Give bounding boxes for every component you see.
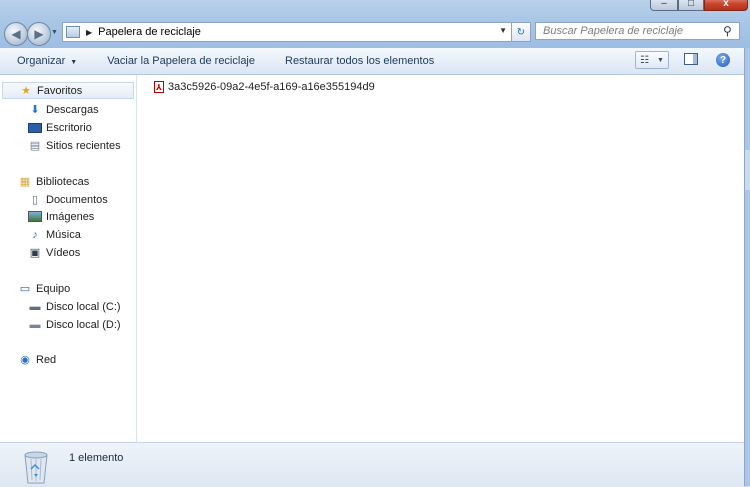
nav-item-videos[interactable]: ▣ Vídeos: [28, 244, 80, 261]
preview-pane-icon[interactable]: [684, 53, 698, 65]
desktop-icon: [28, 121, 42, 134]
nav-label: Música: [46, 228, 81, 241]
nav-label: Descargas: [46, 103, 99, 116]
nav-label: Escritorio: [46, 121, 92, 134]
music-note-icon: ♪: [32, 228, 38, 241]
documents-icon: ▯: [31, 194, 39, 206]
maximize-button[interactable]: □: [678, 0, 704, 11]
nav-item-local-disk-c[interactable]: ▬ Disco local (C:): [28, 298, 121, 315]
pdf-icon: ⅄: [154, 81, 164, 93]
network-globe-icon: ◉: [20, 354, 30, 366]
nav-label: Vídeos: [46, 246, 81, 259]
command-bar: Organizar ▼ Vaciar la Papelera de recicla…: [0, 48, 745, 75]
refresh-icon: ↻: [516, 26, 526, 38]
nav-network[interactable]: ◉ Red: [18, 351, 56, 368]
nav-label: Disco local (D:): [46, 318, 121, 331]
file-name: 3a3c5926-09a2-4e5f-a169-a16e355194d9: [168, 81, 375, 93]
file-list: ⅄ 3a3c5926-09a2-4e5f-a169-a16e355194d9: [137, 75, 744, 442]
view-dropdown-icon: ▼: [657, 56, 664, 64]
nav-item-downloads[interactable]: ⬇ Descargas: [28, 101, 99, 118]
nav-label: Favoritos: [37, 84, 83, 97]
list-item[interactable]: ⅄ 3a3c5926-09a2-4e5f-a169-a16e355194d9: [154, 81, 375, 93]
nav-label: Equipo: [36, 282, 71, 295]
star-icon: ★: [21, 85, 31, 97]
details-pane: 1 elemento: [0, 442, 744, 487]
recycle-bin-icon: [24, 451, 48, 484]
nav-item-recent-places[interactable]: ▤ Sitios recientes: [28, 137, 121, 154]
view-grid-icon: ☷: [640, 54, 649, 66]
libraries-icon: ▦: [19, 176, 31, 188]
nav-computer[interactable]: ▭ Equipo: [18, 280, 70, 297]
window-right-edge: [744, 48, 750, 486]
close-icon: x: [723, 0, 729, 9]
arrow-left-icon: ◀: [11, 27, 21, 41]
chevron-down-icon: ▼: [70, 59, 78, 66]
nav-label: Imágenes: [46, 210, 95, 223]
pictures-icon: [28, 210, 42, 223]
empty-recycle-bin-button[interactable]: Vaciar la Papelera de reciclaje: [90, 55, 268, 67]
nav-item-pictures[interactable]: Imágenes: [28, 208, 94, 225]
arrow-right-icon: ▶: [34, 27, 44, 41]
nav-label: Bibliotecas: [36, 175, 90, 188]
nav-label: Red: [36, 353, 57, 366]
forward-button[interactable]: ▶: [27, 22, 51, 46]
help-icon[interactable]: ?: [716, 53, 730, 67]
maximize-icon: □: [687, 0, 695, 9]
organize-button[interactable]: Organizar ▼: [0, 55, 90, 67]
minimize-button[interactable]: –: [650, 0, 678, 11]
recycle-bin-location-icon: [66, 26, 80, 38]
window-controls: – □ x: [650, 0, 748, 11]
recent-places-icon: ▤: [29, 140, 41, 152]
film-strip-icon: ▣: [29, 247, 41, 259]
recent-pages-dropdown-icon[interactable]: ▼: [51, 29, 58, 36]
address-bar[interactable]: ▶ Papelera de reciclaje ▼: [62, 22, 512, 42]
computer-icon: ▭: [19, 283, 31, 295]
nav-item-desktop[interactable]: Escritorio: [28, 119, 92, 136]
address-dropdown-icon[interactable]: ▼: [499, 26, 507, 35]
resize-edge: [745, 150, 750, 190]
nav-label: Disco local (C:): [46, 300, 121, 313]
nav-libraries[interactable]: ▦ Bibliotecas: [18, 173, 89, 190]
hard-drive-icon: ▬: [29, 318, 41, 331]
nav-item-documents[interactable]: ▯ Documentos: [28, 191, 108, 208]
item-count: 1 elemento: [69, 452, 124, 464]
downloads-folder-icon: ⬇: [30, 104, 40, 116]
search-icon[interactable]: ⚲: [723, 24, 732, 38]
system-drive-icon: ▬: [29, 300, 41, 313]
minimize-icon: –: [661, 0, 667, 9]
close-button[interactable]: x: [704, 0, 748, 11]
title-address-bar: – □ x ◀ ▶ ▼ ▶ Papelera de reciclaje ▼ ↻ …: [0, 0, 750, 48]
refresh-button[interactable]: ↻: [511, 22, 531, 42]
nav-label: Sitios recientes: [46, 139, 121, 152]
search-input[interactable]: [535, 22, 740, 40]
nav-favorites[interactable]: ★ Favoritos: [2, 82, 134, 99]
breadcrumb-arrow-icon[interactable]: ▶: [86, 28, 92, 37]
navigation-pane: ★ Favoritos ⬇ Descargas Escritorio ▤ Sit…: [0, 75, 137, 442]
nav-item-local-disk-d[interactable]: ▬ Disco local (D:): [28, 316, 121, 333]
restore-all-button[interactable]: Restaurar todos los elementos: [268, 55, 447, 67]
change-view-button[interactable]: ☷ ▼: [635, 51, 669, 69]
nav-label: Documentos: [46, 193, 108, 206]
organize-label: Organizar: [17, 55, 66, 67]
nav-item-music[interactable]: ♪ Música: [28, 226, 81, 243]
breadcrumb-location[interactable]: Papelera de reciclaje: [98, 26, 201, 38]
back-button[interactable]: ◀: [4, 22, 28, 46]
